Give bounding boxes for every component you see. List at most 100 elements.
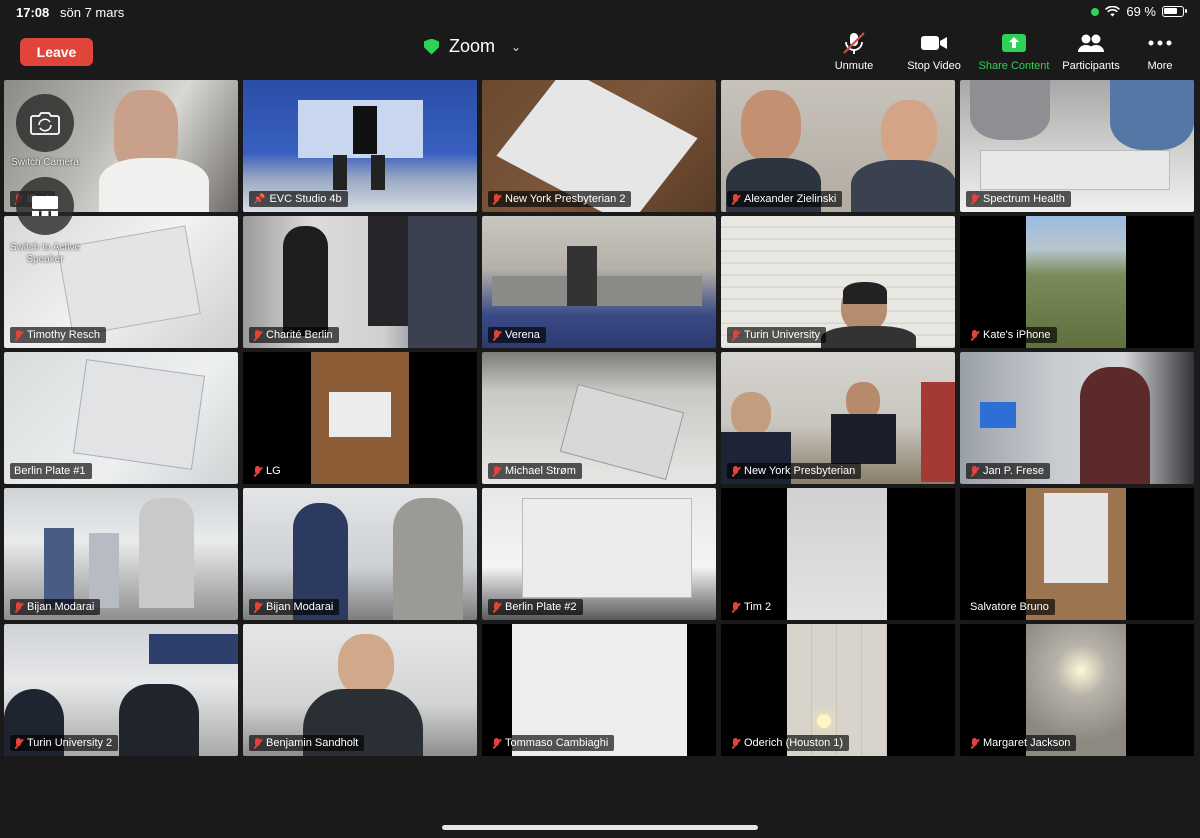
- presenter-figure: [333, 155, 347, 190]
- wifi-icon: [1105, 6, 1121, 17]
- video-camera-icon: [921, 36, 947, 50]
- active-speaker-button[interactable]: [16, 177, 74, 235]
- muted-mic-icon: [970, 329, 979, 341]
- participant-name: Spectrum Health: [983, 193, 1065, 205]
- participant-name-tag: Tommaso Cambiaghi: [488, 735, 615, 751]
- home-indicator[interactable]: [442, 825, 758, 830]
- video-tile[interactable]: Salvatore Bruno: [960, 488, 1194, 620]
- video-tile[interactable]: LG: [243, 352, 477, 484]
- muted-mic-icon: [731, 737, 740, 749]
- participant-name: Kate's iPhone: [983, 329, 1051, 341]
- video-tile[interactable]: Timothy Resch: [4, 216, 238, 348]
- participants-button[interactable]: Participants: [1052, 32, 1130, 72]
- participant-name-tag: Benjamin Sandholt: [249, 735, 365, 751]
- participant-name: Tommaso Cambiaghi: [505, 737, 609, 749]
- meeting-title-button[interactable]: Zoom ⌄: [424, 36, 521, 57]
- more-button[interactable]: More: [1121, 32, 1199, 72]
- video-tile[interactable]: Turin University: [721, 216, 955, 348]
- switch-camera-button[interactable]: [16, 94, 74, 152]
- participant-name: Margaret Jackson: [983, 737, 1071, 749]
- shield-icon: [424, 38, 439, 55]
- participant-name-tag: New York Presbyterian: [727, 463, 862, 479]
- battery-percent: 69 %: [1126, 4, 1156, 19]
- participant-body: [1080, 367, 1150, 484]
- video-tile[interactable]: Tim 2: [721, 488, 955, 620]
- participant-name: Berlin Plate #1: [14, 465, 86, 477]
- participant-name-tag: Charité Berlin: [249, 327, 339, 343]
- participant-face: [881, 100, 937, 166]
- switch-camera-label: Switch Camera: [11, 157, 79, 168]
- mic-off-icon: [843, 32, 865, 54]
- stop-video-button[interactable]: Stop Video: [895, 32, 973, 72]
- muted-mic-icon: [731, 193, 740, 205]
- muted-mic-icon: [253, 465, 262, 477]
- participant-name-tag: Bijan Modarai: [249, 599, 340, 615]
- stop-video-label: Stop Video: [907, 60, 961, 72]
- video-tile[interactable]: Oderich (Houston 1): [721, 624, 955, 756]
- more-label: More: [1147, 60, 1173, 72]
- participant-name-tag: Michael Strøm: [488, 463, 582, 479]
- participant-body: [821, 326, 916, 348]
- video-tile[interactable]: Jan P. Frese: [960, 352, 1194, 484]
- video-tile[interactable]: Kate's iPhone: [960, 216, 1194, 348]
- video-tile[interactable]: Berlin Plate #2: [482, 488, 716, 620]
- meeting-title: Zoom: [449, 36, 496, 56]
- video-tile[interactable]: Verena: [482, 216, 716, 348]
- pegboard-plate: [72, 359, 206, 470]
- participant-name: Turin University 2: [27, 737, 113, 749]
- share-content-button[interactable]: Share Content: [975, 32, 1053, 72]
- video-tile[interactable]: Tommaso Cambiaghi: [482, 624, 716, 756]
- muted-mic-icon: [731, 465, 740, 477]
- tv-screen: [149, 634, 238, 664]
- video-tile[interactable]: New York Presbyterian 2: [482, 80, 716, 212]
- video-tile[interactable]: Bijan Modarai: [4, 488, 238, 620]
- video-tile[interactable]: Michael Strøm: [482, 352, 716, 484]
- participant-name-tag: Tim 2: [727, 599, 778, 615]
- video-grid: iPad 📌EVC Studio 4b New York Presbyteria…: [4, 80, 1194, 756]
- speaker-view-icon: [32, 196, 58, 216]
- participant-name: Timothy Resch: [27, 329, 100, 341]
- status-time: 17:08: [16, 5, 50, 20]
- participant-name: New York Presbyterian: [744, 465, 856, 477]
- participant-name: Berlin Plate #2: [505, 601, 577, 613]
- leave-button[interactable]: Leave: [20, 38, 93, 66]
- video-tile[interactable]: Margaret Jackson: [960, 624, 1194, 756]
- participant-name: Michael Strøm: [505, 465, 576, 477]
- participant-arm: [1110, 80, 1194, 150]
- participant-name-tag: Verena: [488, 327, 546, 343]
- video-tile[interactable]: Berlin Plate #1: [4, 352, 238, 484]
- muted-mic-icon: [253, 329, 262, 341]
- participant-name: Alexander Zielinski: [744, 193, 837, 205]
- video-tile[interactable]: Bijan Modarai: [243, 488, 477, 620]
- participant-body: [44, 528, 74, 608]
- participant-body: [368, 216, 413, 326]
- video-tile[interactable]: Alexander Zielinski: [721, 80, 955, 212]
- status-bar: 17:08 sön 7 mars 69 %: [0, 0, 1200, 26]
- muted-mic-icon: [492, 193, 501, 205]
- muted-mic-icon: [492, 329, 501, 341]
- pegboard-plate: [522, 498, 692, 598]
- presenter-figure: [371, 155, 385, 190]
- video-tile[interactable]: Turin University 2: [4, 624, 238, 756]
- video-tile[interactable]: Spectrum Health: [960, 80, 1194, 212]
- participants-label: Participants: [1062, 60, 1120, 72]
- participant-body: [393, 498, 463, 620]
- video-tile[interactable]: Benjamin Sandholt: [243, 624, 477, 756]
- participant-name-tag: New York Presbyterian 2: [488, 191, 632, 207]
- muted-mic-icon: [14, 601, 23, 613]
- video-tile[interactable]: New York Presbyterian: [721, 352, 955, 484]
- video-tile-active-speaker[interactable]: 📌 EVC Studio 4b: [243, 80, 477, 212]
- participant-name-tag: Berlin Plate #1: [10, 463, 92, 479]
- unmute-button[interactable]: Unmute: [815, 32, 893, 72]
- participant-name-tag: LG: [249, 463, 287, 479]
- video-tile[interactable]: Charité Berlin: [243, 216, 477, 348]
- participant-name: Bijan Modarai: [27, 601, 95, 613]
- participant-hair: [843, 282, 887, 304]
- chevron-down-icon: ⌄: [511, 39, 522, 54]
- pegboard-plate: [1044, 493, 1108, 583]
- participant-name-tag: Bijan Modarai: [10, 599, 101, 615]
- participant-name-tag: Jan P. Frese: [966, 463, 1050, 479]
- participant-name-tag: Alexander Zielinski: [727, 191, 843, 207]
- participant-body: [139, 498, 194, 608]
- muted-mic-icon: [253, 737, 262, 749]
